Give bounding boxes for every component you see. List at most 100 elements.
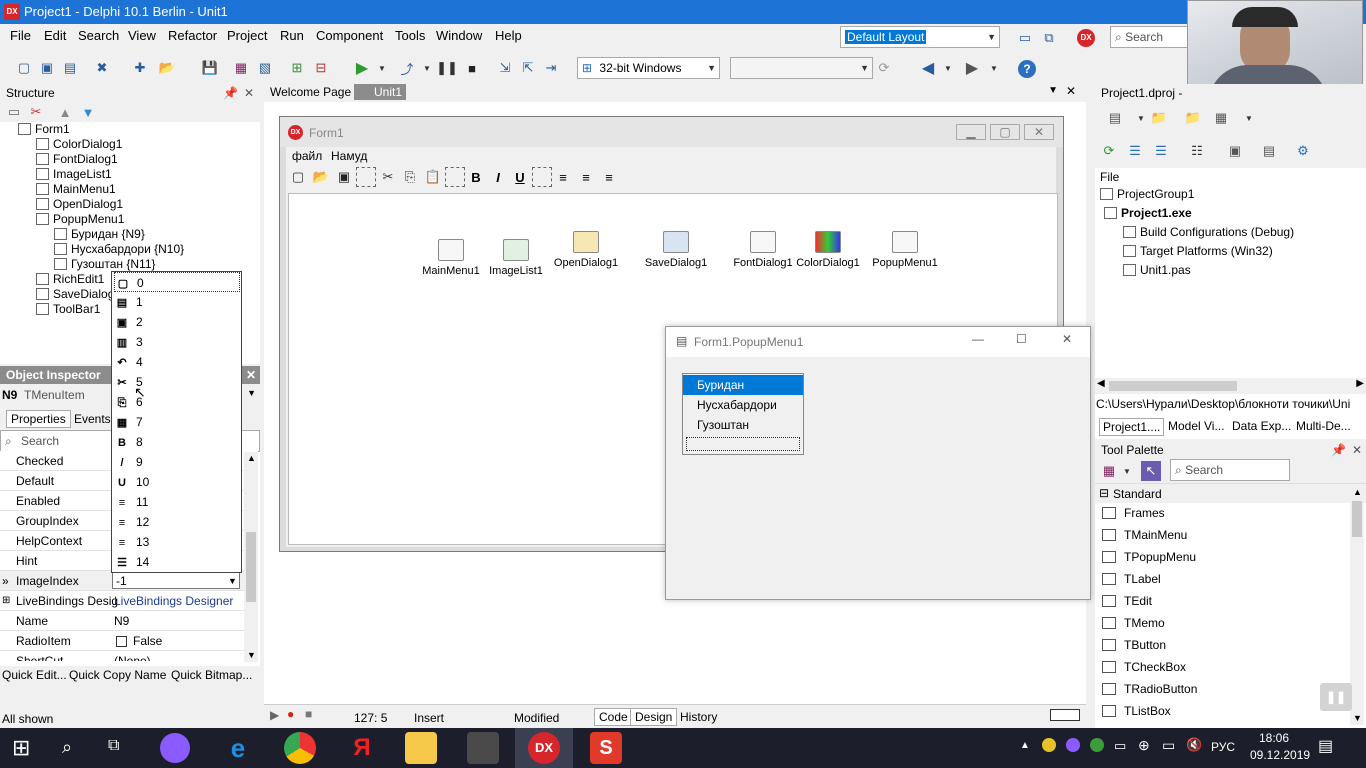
popup-menu-item[interactable]: Нусхабардори [683, 395, 803, 415]
trace-into-icon[interactable]: ⇲ [495, 58, 515, 78]
chevron-down-icon[interactable]: ▼ [228, 571, 237, 591]
component-colordialog[interactable]: ColorDialog1 [793, 231, 863, 269]
component-opendialog[interactable]: OpenDialog1 [548, 231, 624, 269]
image-index-option[interactable]: ↶ 4 [114, 352, 240, 372]
property-row[interactable]: LiveBindings Desig LiveBindings Designer ⊞ [0, 591, 258, 611]
notification-icon[interactable]: ▤ [1318, 736, 1333, 756]
palette-item[interactable]: TListBox [1102, 700, 1352, 722]
save-desktop-icon[interactable]: ▭ [1015, 28, 1035, 48]
chevron-up-icon[interactable]: ▲ [247, 453, 256, 463]
image-index-option[interactable]: B8 [114, 432, 240, 452]
project-tree-node[interactable]: ProjectGroup1 [1100, 187, 1194, 201]
run-without-debug-icon[interactable]: ⤴ [397, 58, 417, 78]
popup-menu-designer[interactable]: ▤ Form1.PopupMenu1 — ☐ ✕ Буридан Нусхабар… [665, 326, 1091, 600]
palette-item[interactable]: TLabel [1102, 568, 1352, 590]
property-value[interactable]: False [133, 631, 162, 651]
chevron-down-icon[interactable]: ▼ [1048, 85, 1058, 96]
component-mainmenu[interactable]: MainMenu1 [420, 239, 482, 277]
add-folder-icon[interactable]: 📁 [1149, 108, 1169, 128]
task-view-icon[interactable]: ⧉ [108, 737, 119, 755]
image-index-dropdown[interactable]: ▢ 0 ▤ 1 ▣ 2 ▥ 3 ↶ 4 ✂ 5 ⎘ 6 ▦ 7 B 8/9 U 10 ≡ 11 ≡ 12 ≡ 13 ☰ 14 [111, 271, 242, 573]
close-file-icon[interactable]: ✖ [92, 58, 112, 78]
run-without-debug-dropdown-icon[interactable]: ▼ [417, 58, 437, 78]
project-tree-node[interactable]: Project1.exe [1104, 206, 1192, 220]
structure-node[interactable]: ColorDialog1 [36, 137, 122, 152]
menu-component[interactable]: Component [316, 24, 383, 48]
paste-icon[interactable]: 📋 [423, 167, 443, 187]
copy-icon[interactable]: ⎘ [400, 167, 420, 187]
move-up-icon[interactable]: ▲ [55, 102, 75, 122]
align-left-icon[interactable]: ≡ [553, 167, 573, 187]
tab-history[interactable]: History [678, 709, 719, 725]
palette-item[interactable]: TButton [1102, 634, 1352, 656]
chevron-down-icon[interactable]: ▼ [1131, 108, 1151, 128]
menu-edit[interactable]: Edit [44, 24, 66, 48]
new-items-icon[interactable]: ✚ [130, 58, 150, 78]
oi-scrollbar[interactable]: ▲ ▼ [244, 452, 258, 662]
run-icon[interactable]: ▶ [352, 58, 372, 78]
list-icon[interactable]: ☷ [1187, 141, 1207, 161]
chevron-right-icon[interactable]: ▶ [1356, 378, 1364, 389]
open-icon[interactable]: ▤ [60, 58, 80, 78]
help-icon[interactable]: ? [1018, 60, 1036, 78]
structure-node[interactable]: MainMenu1 [36, 182, 116, 197]
structure-node[interactable]: RichEdit1 [36, 272, 104, 287]
maximize-icon[interactable]: ☐ [1016, 332, 1027, 346]
ide-search-box[interactable]: ⌕ Search [1110, 26, 1188, 48]
new-menu-item-slot[interactable] [686, 437, 800, 451]
palette-item[interactable]: TPopupMenu [1102, 546, 1352, 568]
image-index-option[interactable]: ≡ 12 [114, 512, 240, 532]
new-icon[interactable]: ▢ [288, 167, 308, 187]
structure-node[interactable]: Гузоштан {N11} [54, 257, 156, 272]
menu-run[interactable]: Run [280, 24, 304, 48]
component-savedialog[interactable]: SaveDialog1 [638, 231, 714, 269]
screen-recorder-icon[interactable]: S [590, 732, 622, 764]
image-index-option[interactable]: ▢ 0 [114, 272, 240, 292]
chevron-left-icon[interactable]: ◀ [1097, 378, 1105, 389]
component-fontdialog[interactable]: FontDialog1 [728, 231, 798, 269]
remove-file-icon[interactable]: ⊟ [311, 58, 331, 78]
save-icon[interactable]: ▣ [334, 167, 354, 187]
popup-menu-item[interactable]: Буридан [683, 375, 803, 395]
target-platform-combo[interactable]: ⊞ 32-bit Windows ▼ [577, 57, 720, 79]
image-index-option[interactable]: ≡ 13 [114, 532, 240, 552]
back-arrow-icon[interactable]: ◀ [918, 58, 938, 78]
close-icon[interactable]: ✕ [244, 84, 254, 102]
image-index-option[interactable]: ≡ 11 [114, 492, 240, 512]
windows-start-icon[interactable]: ⊞ [12, 737, 30, 759]
expand-icon[interactable]: ☰ [1125, 141, 1145, 161]
pm-hscrollbar-thumb[interactable] [1109, 381, 1237, 391]
open-folder-icon[interactable]: 📂 [157, 58, 177, 78]
chevron-down-icon[interactable]: ▼ [1353, 713, 1362, 723]
tab-design[interactable]: Design [630, 708, 678, 726]
image-index-option[interactable]: ☰ 14 [114, 552, 240, 572]
clock-date[interactable]: 09.12.2019 [1250, 748, 1310, 762]
property-value[interactable]: (None) [114, 651, 151, 661]
layout-combo[interactable]: Default Layout ▼ [840, 26, 1000, 48]
save-icon[interactable]: 💾 [200, 58, 220, 78]
close-icon[interactable]: ✕ [246, 366, 256, 384]
project-manager-tab[interactable]: Data Exp... [1229, 418, 1294, 434]
image-index-option[interactable]: ▥ 3 [114, 332, 240, 352]
chevron-down-icon[interactable]: ▼ [1239, 108, 1259, 128]
project-manager-tab[interactable]: Model Vi... [1165, 418, 1227, 434]
video-editor-icon[interactable] [467, 732, 499, 764]
structure-node[interactable]: PopupMenu1 [36, 212, 124, 227]
menu-help[interactable]: Help [495, 24, 522, 48]
chevron-down-icon[interactable]: ▼ [1117, 461, 1137, 481]
form-menu-file[interactable]: файл [292, 149, 322, 163]
structure-node[interactable]: OpenDialog1 [36, 197, 123, 212]
play-macro-icon[interactable]: ▶ [270, 708, 279, 722]
battery-icon[interactable]: ▭ [1114, 738, 1126, 754]
image-index-option[interactable]: /9 [114, 452, 240, 472]
palette-item[interactable]: TEdit [1102, 590, 1352, 612]
structure-node[interactable]: ImageList1 [36, 167, 112, 182]
sync-icon[interactable]: ⟳ [1099, 141, 1119, 161]
chrome-browser-icon[interactable] [284, 732, 316, 764]
forward-dropdown-icon[interactable]: ▼ [984, 58, 1004, 78]
cut-icon[interactable]: ✂ [378, 167, 398, 187]
record-macro-icon[interactable]: ● [287, 707, 294, 721]
palette-item[interactable]: Frames [1102, 502, 1352, 524]
open-project-dialog-icon[interactable]: ▧ [255, 58, 275, 78]
stop-icon[interactable]: ■ [462, 58, 482, 78]
